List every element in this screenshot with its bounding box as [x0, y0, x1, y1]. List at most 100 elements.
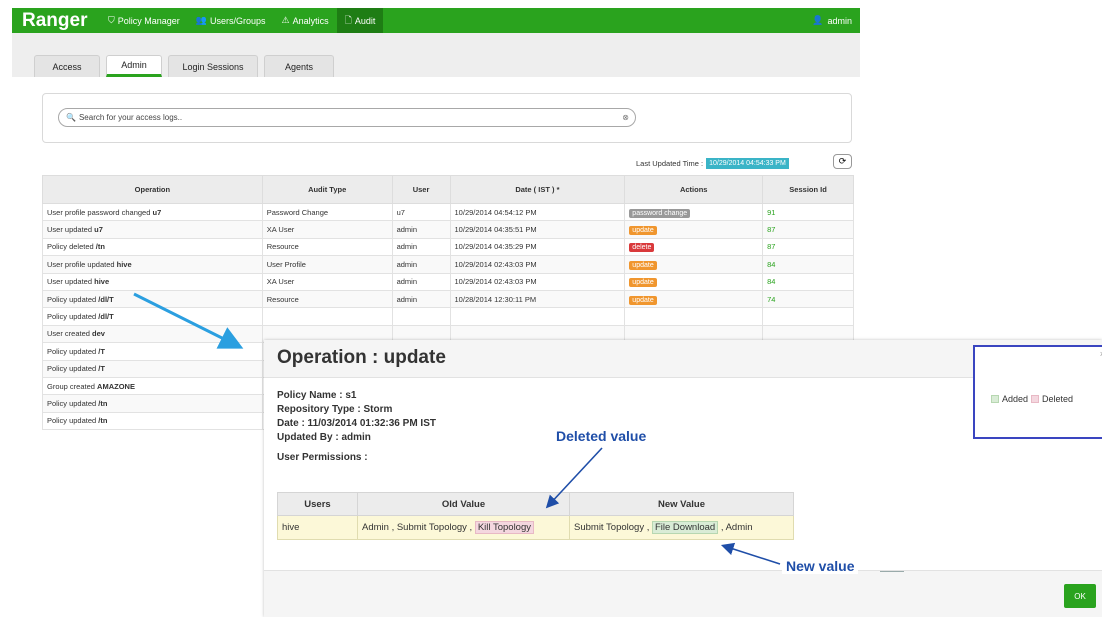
ok-button[interactable]: OK [1064, 584, 1096, 608]
username: admin [827, 15, 852, 26]
tab-agents[interactable]: Agents [264, 55, 334, 77]
nav-policy-manager[interactable]: ⛉ Policy Manager [100, 8, 188, 33]
new-value-text: , Admin [718, 522, 753, 533]
operation-target[interactable]: u7 [152, 208, 161, 217]
cell-audit-type: Resource [261, 289, 393, 309]
search-input[interactable]: 🔍 Search for your access logs.. ⊗ [58, 108, 636, 127]
operation-date: Date : 11/03/2014 01:32:36 PM IST [277, 418, 436, 429]
action-badge[interactable]: update [629, 295, 657, 305]
cell-session: 91 [762, 202, 854, 222]
cell-action: password change [624, 202, 764, 222]
cell-session-text: 84 [767, 259, 776, 269]
table-row[interactable]: User updated hive XA User admin 10/29/2014 … [42, 272, 854, 291]
user-permissions-title: User Permissions : [277, 452, 368, 463]
action-badge[interactable]: update [629, 278, 657, 288]
table-row[interactable]: User profile password changed u7 Password… [42, 202, 854, 222]
modal-footer [264, 570, 1102, 617]
action-badge[interactable]: delete [629, 243, 655, 253]
policy-name: Policy Name : s1 [277, 390, 357, 401]
operation-text: Policy updated [47, 416, 99, 426]
cell-operation: Policy updated /T [42, 359, 263, 378]
modal-body: Policy Name : s1 Repository Type : Storm… [277, 390, 436, 463]
top-navbar: Ranger ⛉ Policy Manager 👥 Users/Groups ⚠… [12, 8, 860, 33]
table-row[interactable]: User profile updated hive User Profile adm… [42, 255, 854, 274]
cell-user-text: admin [396, 242, 418, 252]
cell-session: 84 [762, 272, 854, 291]
perm-col-users: Users [277, 492, 358, 516]
operation-target[interactable]: /T [98, 347, 105, 356]
cell-audit-type-text: Password Change [266, 207, 329, 217]
table-fade [42, 440, 272, 460]
operation-target[interactable]: AMAZONE [97, 382, 135, 391]
repository-type: Repository Type : Storm [277, 404, 393, 415]
operation-target[interactable]: hive [94, 277, 109, 286]
action-badge[interactable]: password change [629, 208, 691, 218]
operation-text: Policy updated [47, 398, 99, 408]
table-row[interactable]: User updated u7 XA User admin 10/29/2014 04… [42, 220, 854, 239]
pointer-arrow [133, 292, 244, 349]
operation-target[interactable]: dev [92, 329, 105, 338]
operation-target[interactable]: /tn [96, 242, 105, 251]
col-session-id[interactable]: Session Id [762, 175, 854, 204]
cell-operation: User updated hive [42, 272, 263, 291]
cell-action: update [624, 220, 764, 239]
operation-target[interactable]: /dl/T [98, 312, 113, 321]
table-row[interactable]: Policy deleted /tn Resource admin 10/29/201… [42, 237, 854, 257]
tab-login-sessions[interactable]: Login Sessions [168, 55, 258, 77]
cell-user: admin [391, 237, 451, 257]
cell-operation: User profile password changed u7 [42, 202, 263, 222]
cell-session: 87 [762, 220, 854, 239]
cell-session-text: 84 [767, 277, 776, 287]
col-audit-type[interactable]: Audit Type [261, 175, 393, 204]
refresh-button[interactable]: ⟳ [833, 154, 852, 169]
cell-date-text: 10/29/2014 04:35:29 PM [454, 242, 537, 252]
brand-logo[interactable]: Ranger [12, 10, 100, 32]
operation-text: Policy updated [47, 364, 99, 374]
action-badge[interactable]: update [629, 226, 657, 236]
operation-target[interactable]: /tn [98, 399, 107, 408]
search-icon: 🔍 [66, 113, 76, 122]
cell-operation: Policy deleted /tn [42, 237, 263, 257]
main-nav: ⛉ Policy Manager 👥 Users/Groups ⚠ Analyt… [100, 8, 384, 33]
cell-audit-type: XA User [261, 220, 393, 239]
col-actions[interactable]: Actions [624, 175, 764, 204]
tab-access[interactable]: Access [34, 55, 100, 77]
cell-action [624, 307, 764, 326]
shield-icon: ⛉ [108, 15, 115, 25]
operation-target[interactable]: hive [117, 260, 132, 269]
cell-user [391, 307, 451, 326]
cell-action: update [624, 255, 764, 274]
cell-action: update [624, 289, 764, 309]
cell-audit-type: Resource [261, 237, 393, 257]
operation-target[interactable]: /dl/T [98, 295, 113, 304]
nav-analytics[interactable]: ⚠ Analytics [274, 8, 337, 33]
operation-target[interactable]: /T [98, 364, 105, 373]
cell-session: 84 [762, 255, 854, 274]
cell-date [449, 307, 626, 326]
cell-session-text: 74 [767, 294, 776, 304]
col-date[interactable]: Date ( IST ) * [449, 175, 626, 204]
cell-audit-type: User Profile [261, 255, 393, 274]
legend-items: Added Deleted [991, 394, 1073, 404]
clear-search-icon[interactable]: ⊗ [622, 113, 629, 122]
user-menu[interactable]: 👤 admin [812, 15, 860, 26]
operation-target[interactable]: u7 [94, 225, 103, 234]
operation-target[interactable]: /tn [98, 416, 107, 425]
operation-text: User profile updated [47, 259, 117, 269]
action-badge[interactable]: update [629, 260, 657, 270]
cell-date-text: 10/29/2014 04:35:51 PM [454, 225, 537, 235]
cell-session: 87 [762, 237, 854, 257]
analytics-icon: ⚠ [281, 15, 290, 25]
cell-user-text: admin [396, 294, 418, 304]
operation-text: Policy updated [47, 294, 99, 304]
cell-action: update [624, 272, 764, 291]
nav-label: Audit [354, 15, 376, 26]
nav-audit[interactable]: 🗋 Audit [336, 8, 384, 33]
refresh-icon: ⟳ [838, 156, 847, 166]
col-operation[interactable]: Operation [42, 175, 263, 204]
cell-session-text: 91 [767, 207, 776, 217]
tab-admin[interactable]: Admin [106, 55, 162, 77]
nav-users-groups[interactable]: 👥 Users/Groups [188, 8, 274, 33]
col-user[interactable]: User [391, 175, 451, 204]
deleted-value: Kill Topology [474, 521, 534, 534]
